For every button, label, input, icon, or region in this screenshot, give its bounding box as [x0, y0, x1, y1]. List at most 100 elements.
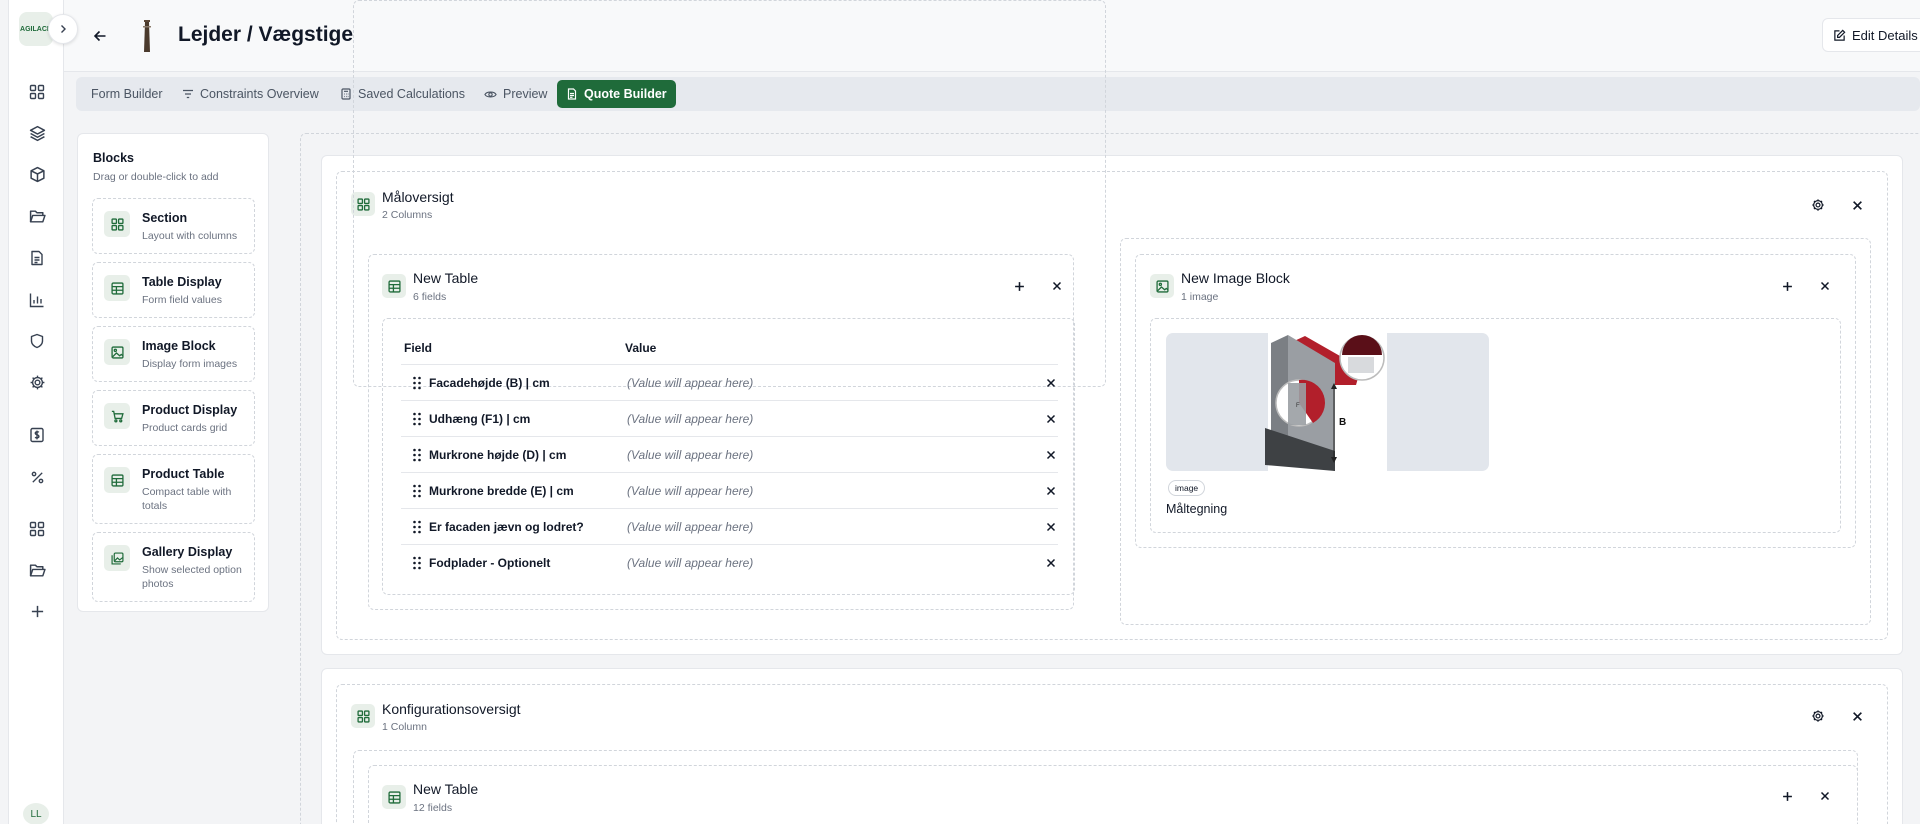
field-name: Murkrone højde (D) | cm	[429, 448, 567, 462]
block-desc: Compact table with totals	[142, 486, 232, 512]
field-name: Facadehøjde (B) | cm	[429, 376, 550, 390]
close-icon	[1046, 450, 1056, 460]
user-avatar[interactable]: LL	[23, 803, 49, 824]
section-remove-button[interactable]	[1848, 707, 1866, 725]
table-add-field-button[interactable]	[1010, 277, 1028, 295]
table-remove-button[interactable]	[1816, 787, 1834, 805]
dashboard-icon[interactable]	[26, 81, 48, 103]
block-desc: Product cards grid	[142, 422, 228, 434]
image-type-badge: image	[1168, 480, 1206, 496]
column-header-field: Field	[404, 341, 433, 355]
remove-field-button[interactable]	[1043, 447, 1059, 463]
block-name: Image Block	[142, 339, 216, 353]
tab-label: Constraints Overview	[200, 87, 319, 101]
drag-handle-icon[interactable]	[412, 484, 422, 498]
arrow-left-icon	[93, 30, 106, 42]
icon-rail: AGILACK LL	[8, 0, 64, 824]
field-value: (Value will appear here)	[627, 484, 754, 498]
section-settings-button[interactable]	[1809, 707, 1827, 725]
edit-details-button[interactable]: Edit Details	[1822, 18, 1920, 52]
block-product-display[interactable]: Product Display Product cards grid	[92, 390, 255, 446]
table-icon	[382, 274, 406, 298]
drag-handle-icon[interactable]	[412, 376, 422, 390]
drag-handle-icon[interactable]	[412, 448, 422, 462]
table-row[interactable]: Facadehøjde (B) | cm (Value will appear …	[401, 364, 1058, 400]
table-row[interactable]: Fodplader - Optionelt (Value will appear…	[401, 544, 1058, 580]
close-icon	[1046, 486, 1056, 496]
table-row[interactable]: Udhæng (F1) | cm (Value will appear here…	[401, 400, 1058, 436]
table-block-subtitle: 6 fields	[413, 291, 447, 303]
table-row[interactable]: Murkrone bredde (E) | cm (Value will app…	[401, 472, 1058, 508]
field-value: (Value will appear here)	[627, 376, 754, 390]
table-remove-button[interactable]	[1048, 277, 1066, 295]
table-icon	[382, 785, 406, 809]
field-value: (Value will appear here)	[627, 448, 754, 462]
field-value: (Value will appear here)	[627, 520, 754, 534]
drag-handle-icon[interactable]	[412, 556, 422, 570]
tab-form-builder[interactable]: Form Builder	[82, 80, 172, 108]
product-thumbnail	[132, 18, 162, 54]
plus-icon	[1014, 281, 1024, 291]
back-button[interactable]	[88, 24, 112, 48]
image-add-button[interactable]	[1778, 277, 1796, 295]
drag-handle-icon[interactable]	[412, 520, 422, 534]
field-value: (Value will appear here)	[627, 556, 754, 570]
close-icon	[1852, 711, 1862, 721]
block-name: Section	[142, 211, 188, 225]
plus-icon[interactable]	[26, 600, 48, 622]
block-section[interactable]: Section Layout with columns	[92, 198, 255, 254]
field-value: (Value will appear here)	[627, 412, 754, 426]
block-name: Product Display	[142, 403, 238, 417]
cart-icon	[104, 403, 130, 429]
remove-field-button[interactable]	[1043, 555, 1059, 571]
section-settings-button[interactable]	[1809, 196, 1827, 214]
bar-chart-icon[interactable]	[26, 289, 48, 311]
percent-icon[interactable]	[26, 466, 48, 488]
close-icon	[1820, 791, 1830, 801]
image-caption: Måltegning	[1166, 502, 1228, 516]
image-block-remove-button[interactable]	[1816, 277, 1834, 295]
block-desc: Layout with columns	[142, 230, 238, 242]
table-add-field-button[interactable]	[1778, 787, 1796, 805]
section-title: Konfigurationsoversigt	[382, 701, 521, 717]
table-block[interactable]	[368, 765, 1858, 824]
grid-icon	[104, 211, 130, 237]
block-product-table[interactable]: Product Table Compact table with totals	[92, 454, 255, 524]
apps-grid-icon[interactable]	[26, 518, 48, 540]
settings-icon[interactable]	[26, 371, 48, 393]
block-desc: Form field values	[142, 294, 222, 306]
package-icon[interactable]	[26, 163, 48, 185]
palette-subtitle: Drag or double-click to add	[93, 171, 219, 183]
remove-field-button[interactable]	[1043, 375, 1059, 391]
tab-constraints-overview[interactable]: Constraints Overview	[173, 80, 328, 108]
block-image[interactable]: Image Block Display form images	[92, 326, 255, 382]
folder-open-icon[interactable]	[26, 205, 48, 227]
block-gallery-display[interactable]: Gallery Display Show selected option pho…	[92, 532, 255, 602]
layers-icon[interactable]	[26, 122, 48, 144]
image-thumbnail[interactable]: F B	[1166, 333, 1489, 471]
field-name: Udhæng (F1) | cm	[429, 412, 531, 426]
blocks-palette: Blocks Drag or double-click to add Secti…	[77, 133, 269, 612]
sidebar-expand-button[interactable]	[48, 14, 78, 44]
table-row[interactable]: Er facaden jævn og lodret? (Value will a…	[401, 508, 1058, 544]
block-name: Table Display	[142, 275, 222, 289]
block-name: Gallery Display	[142, 545, 233, 559]
shield-icon[interactable]	[26, 330, 48, 352]
drag-handle-icon[interactable]	[412, 412, 422, 426]
file-text-icon[interactable]	[26, 247, 48, 269]
invoice-dollar-icon[interactable]	[26, 424, 48, 446]
section-remove-button[interactable]	[1848, 196, 1866, 214]
table-icon	[104, 275, 130, 301]
close-icon	[1046, 414, 1056, 424]
image-icon	[1150, 274, 1174, 298]
drawing-dimension-label: B	[1339, 417, 1346, 428]
remove-field-button[interactable]	[1043, 483, 1059, 499]
chevron-right-icon	[61, 25, 66, 33]
block-table-display[interactable]: Table Display Form field values	[92, 262, 255, 318]
remove-field-button[interactable]	[1043, 519, 1059, 535]
folder-icon[interactable]	[26, 559, 48, 581]
field-name: Fodplader - Optionelt	[429, 556, 551, 570]
section-subtitle: 1 Column	[382, 721, 427, 733]
remove-field-button[interactable]	[1043, 411, 1059, 427]
table-row[interactable]: Murkrone højde (D) | cm (Value will appe…	[401, 436, 1058, 472]
